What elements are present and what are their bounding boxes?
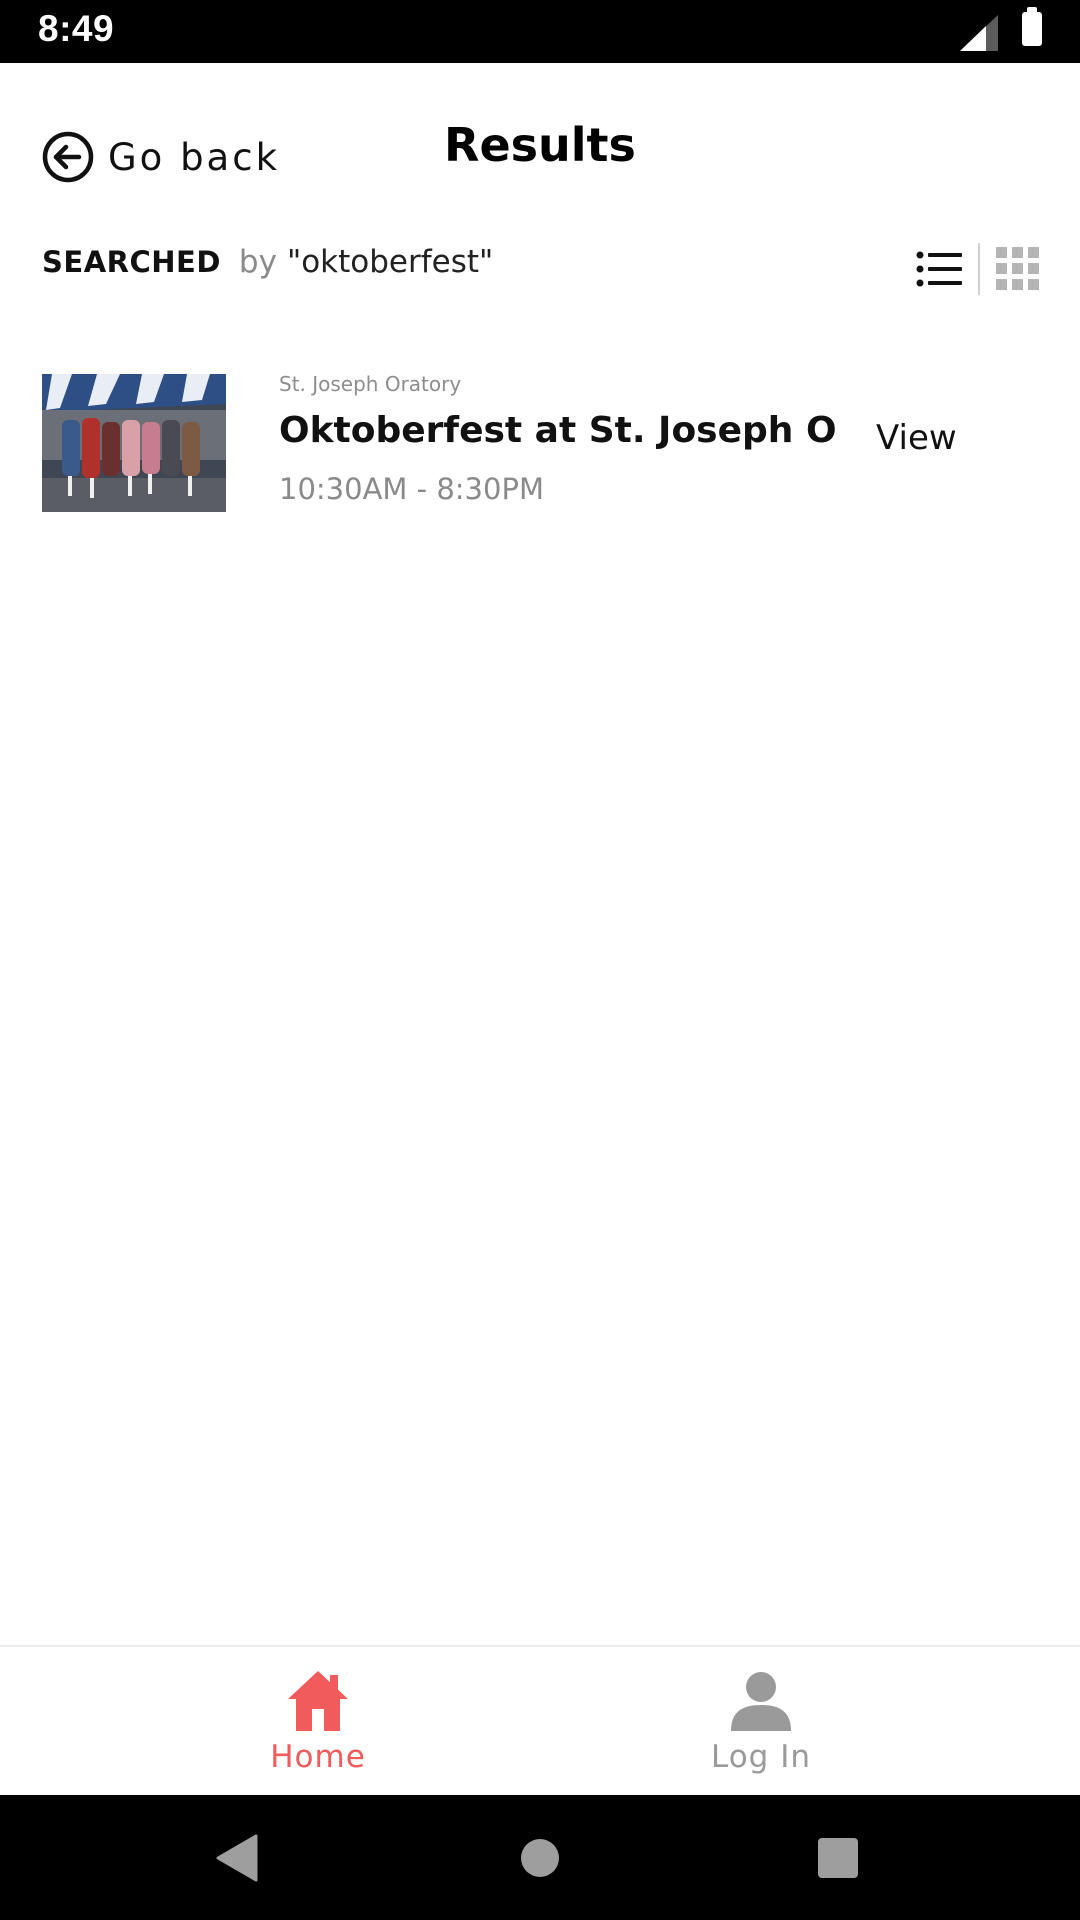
nav-home-button[interactable]	[480, 1795, 600, 1920]
results-screen: 8:49 Go back Results SEARCHED by "oktobe…	[0, 0, 1080, 1920]
recents-square-icon	[818, 1837, 858, 1878]
view-toggle	[916, 243, 1040, 295]
search-summary: SEARCHED by "oktoberfest"	[42, 244, 493, 280]
searched-by-text: by	[238, 244, 277, 280]
home-circle-icon	[521, 1838, 559, 1877]
page-title: Results	[444, 118, 636, 172]
user-icon	[731, 1672, 791, 1731]
event-thumbnail	[42, 374, 226, 512]
nav-recents-button[interactable]	[778, 1795, 898, 1920]
battery-icon	[1022, 7, 1042, 46]
result-title: Oktoberfest at St. Joseph Or...	[279, 410, 839, 451]
result-time: 10:30AM - 8:30PM	[279, 472, 544, 506]
tab-home[interactable]: Home	[168, 1647, 468, 1797]
back-triangle-icon	[216, 1834, 258, 1881]
view-toggle-divider	[978, 243, 980, 295]
result-venue: St. Joseph Oratory	[279, 372, 462, 396]
home-icon	[288, 1671, 348, 1731]
status-bar: 8:49	[0, 0, 1080, 63]
tab-home-label: Home	[270, 1739, 366, 1775]
search-query: "oktoberfest"	[286, 244, 494, 280]
result-row[interactable]: St. Joseph Oratory Oktoberfest at St. Jo…	[0, 368, 1080, 518]
nav-back-button[interactable]	[178, 1795, 298, 1920]
view-button[interactable]: View	[876, 418, 957, 458]
status-time: 8:49	[38, 8, 115, 49]
system-nav-bar	[0, 1795, 1080, 1920]
tab-login[interactable]: Log In	[611, 1647, 911, 1797]
tab-login-label: Log In	[710, 1739, 811, 1775]
bottom-tab-bar: Home Log In	[0, 1645, 1080, 1797]
list-view-icon[interactable]	[916, 249, 962, 289]
searched-label: SEARCHED	[42, 245, 221, 279]
signal-icon	[960, 15, 998, 51]
grid-view-icon[interactable]	[996, 247, 1040, 291]
